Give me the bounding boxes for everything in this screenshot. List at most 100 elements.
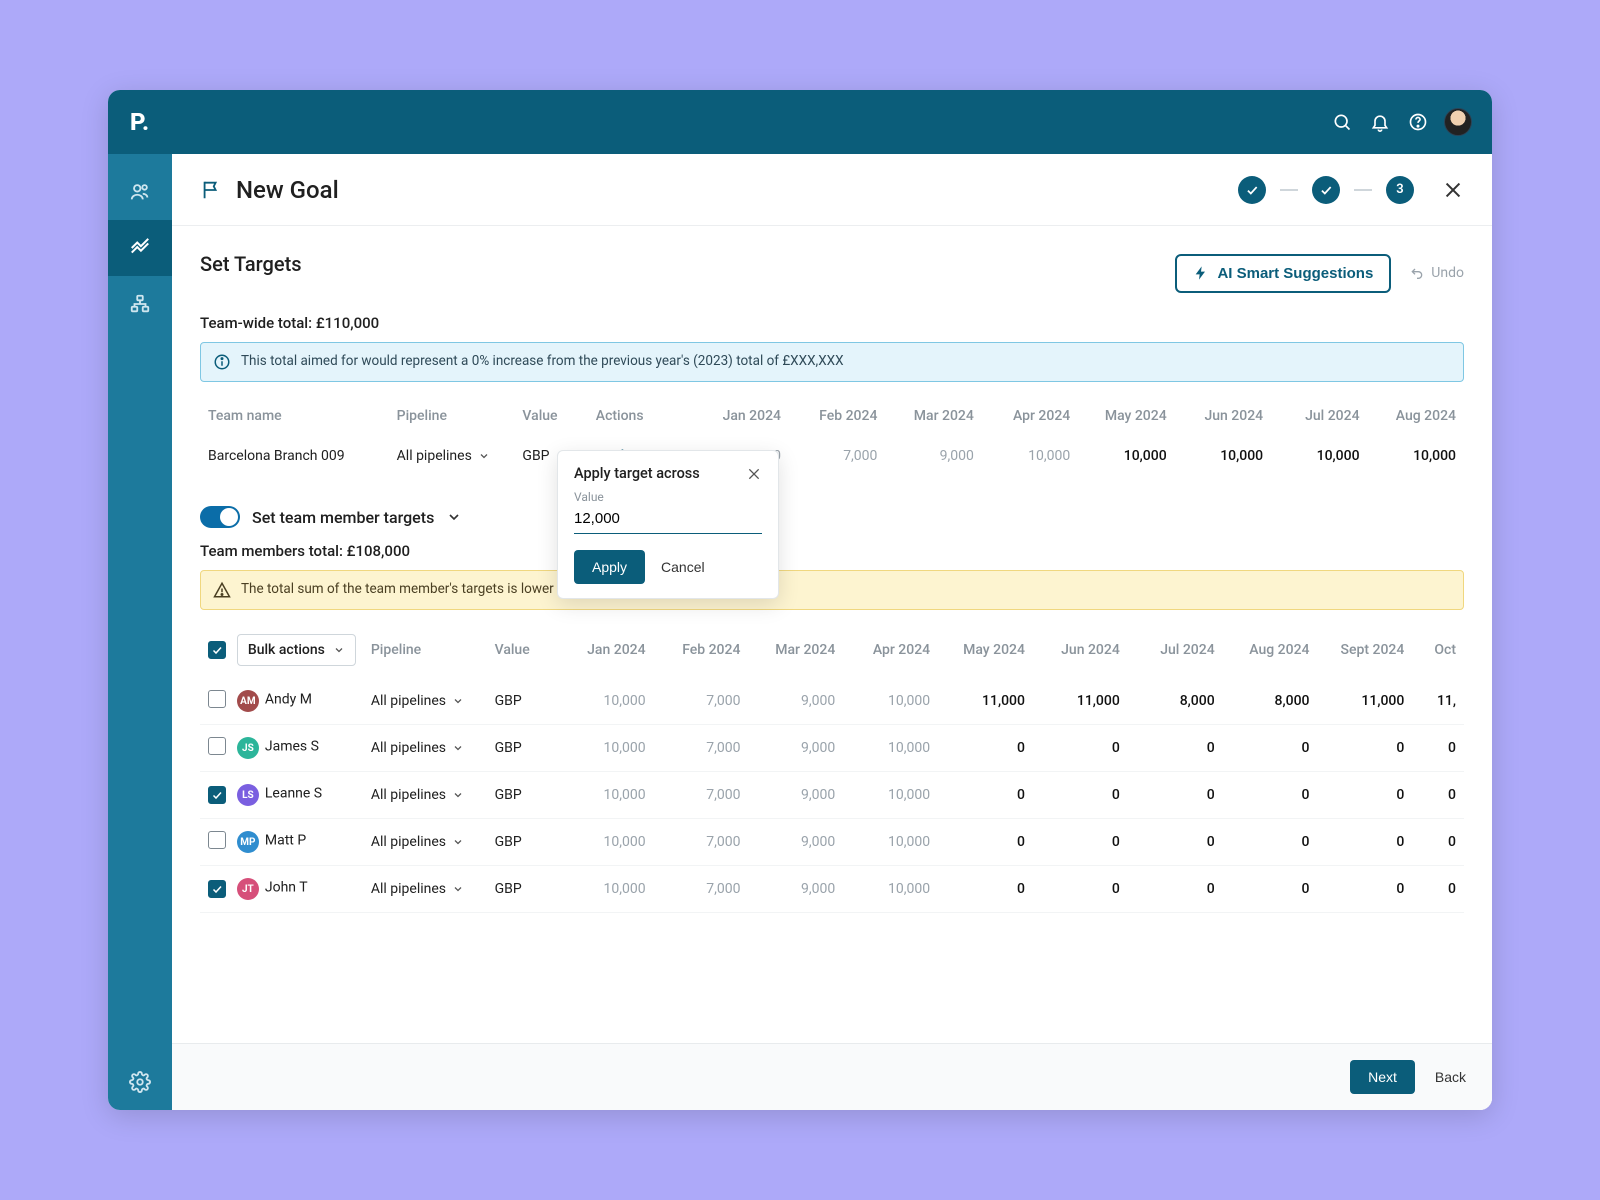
popover-value-input[interactable] <box>574 506 762 534</box>
month-cell[interactable]: 7,000 <box>789 436 885 476</box>
pipeline-select[interactable]: All pipelines <box>371 881 464 897</box>
month-cell[interactable]: 0 <box>1412 819 1464 866</box>
sidebar-item-goals[interactable] <box>108 220 172 276</box>
ai-smart-suggestions-button[interactable]: AI Smart Suggestions <box>1175 254 1391 293</box>
value-cell: GBP <box>487 678 559 725</box>
month-cell[interactable]: 9,000 <box>885 436 981 476</box>
month-cell[interactable]: 10,000 <box>843 866 938 913</box>
member-row: MPMatt PAll pipelines GBP10,0007,0009,00… <box>200 819 1464 866</box>
month-cell[interactable]: 8,000 <box>1223 678 1318 725</box>
month-cell[interactable]: 0 <box>1412 866 1464 913</box>
wizard-step-2[interactable] <box>1312 176 1340 204</box>
month-cell[interactable]: 0 <box>1128 772 1223 819</box>
user-avatar[interactable] <box>1444 108 1472 136</box>
pipeline-select[interactable]: All pipelines <box>371 693 464 709</box>
month-cell[interactable]: 9,000 <box>748 819 843 866</box>
team-member-targets-toggle[interactable] <box>200 506 240 528</box>
month-cell[interactable]: 0 <box>1128 819 1223 866</box>
th-month: Mar 2024 <box>748 622 843 678</box>
select-all-checkbox[interactable] <box>208 641 226 659</box>
month-cell[interactable]: 10,000 <box>559 678 654 725</box>
help-icon[interactable] <box>1406 110 1430 134</box>
month-cell[interactable]: 0 <box>1412 725 1464 772</box>
month-cell[interactable]: 11,000 <box>1033 678 1128 725</box>
sidebar-item-org[interactable] <box>108 276 172 332</box>
wizard-step-1[interactable] <box>1238 176 1266 204</box>
back-button[interactable]: Back <box>1435 1069 1466 1085</box>
month-cell[interactable]: 0 <box>1033 866 1128 913</box>
month-cell[interactable]: 10,000 <box>559 725 654 772</box>
month-cell[interactable]: 10,000 <box>1175 436 1271 476</box>
month-cell[interactable]: 10,000 <box>843 725 938 772</box>
wizard-step-3[interactable]: 3 <box>1386 176 1414 204</box>
popover-close-icon[interactable] <box>746 466 762 482</box>
month-cell[interactable]: 7,000 <box>654 725 749 772</box>
month-cell[interactable]: 0 <box>1033 772 1128 819</box>
month-cell[interactable]: 0 <box>1033 725 1128 772</box>
pipeline-select[interactable]: All pipelines <box>371 834 464 850</box>
bulk-actions-select[interactable]: Bulk actions <box>237 634 356 666</box>
member-avatar: JS <box>237 737 259 759</box>
month-cell[interactable]: 0 <box>1223 866 1318 913</box>
month-cell[interactable]: 11,000 <box>938 678 1033 725</box>
month-cell[interactable]: 11,000 <box>1318 678 1413 725</box>
row-checkbox[interactable] <box>208 737 226 755</box>
month-cell[interactable]: 7,000 <box>654 678 749 725</box>
month-cell[interactable]: 10,000 <box>559 819 654 866</box>
close-icon[interactable] <box>1442 179 1464 201</box>
month-cell[interactable]: 0 <box>1318 772 1413 819</box>
month-cell[interactable]: 0 <box>938 866 1033 913</box>
pipeline-select[interactable]: All pipelines <box>397 448 490 464</box>
month-cell[interactable]: 7,000 <box>654 819 749 866</box>
month-cell[interactable]: 10,000 <box>843 678 938 725</box>
bell-icon[interactable] <box>1368 110 1392 134</box>
month-cell[interactable]: 0 <box>938 725 1033 772</box>
month-cell[interactable]: 8,000 <box>1128 678 1223 725</box>
month-cell[interactable]: 9,000 <box>748 678 843 725</box>
month-cell[interactable]: 0 <box>1223 725 1318 772</box>
month-cell[interactable]: 0 <box>1318 819 1413 866</box>
month-cell[interactable]: 10,000 <box>982 436 1078 476</box>
month-cell[interactable]: 10,000 <box>1271 436 1367 476</box>
month-cell[interactable]: 9,000 <box>748 772 843 819</box>
month-cell[interactable]: 0 <box>1223 819 1318 866</box>
month-cell[interactable]: 10,000 <box>559 772 654 819</box>
th-month: Aug 2024 <box>1368 396 1464 436</box>
pipeline-select[interactable]: All pipelines <box>371 787 464 803</box>
month-cell[interactable]: 7,000 <box>654 866 749 913</box>
sidebar-item-settings[interactable] <box>108 1054 172 1110</box>
month-cell[interactable]: 0 <box>1318 866 1413 913</box>
month-cell[interactable]: 0 <box>938 772 1033 819</box>
member-row: JSJames SAll pipelines GBP10,0007,0009,0… <box>200 725 1464 772</box>
month-cell[interactable]: 11, <box>1412 678 1464 725</box>
month-cell[interactable]: 0 <box>1128 866 1223 913</box>
month-cell[interactable]: 10,000 <box>843 819 938 866</box>
row-checkbox[interactable] <box>208 690 226 708</box>
undo-button[interactable]: Undo <box>1409 265 1464 281</box>
search-icon[interactable] <box>1330 110 1354 134</box>
popover-apply-button[interactable]: Apply <box>574 550 645 584</box>
sidebar-item-people[interactable] <box>108 164 172 220</box>
row-checkbox[interactable] <box>208 786 226 804</box>
month-cell[interactable]: 7,000 <box>654 772 749 819</box>
th-pipeline: Pipeline <box>363 622 487 678</box>
month-cell[interactable]: 10,000 <box>1368 436 1464 476</box>
month-cell[interactable]: 9,000 <box>748 725 843 772</box>
month-cell[interactable]: 10,000 <box>559 866 654 913</box>
th-month: Aug 2024 <box>1223 622 1318 678</box>
month-cell[interactable]: 0 <box>938 819 1033 866</box>
next-button[interactable]: Next <box>1350 1060 1415 1094</box>
month-cell[interactable]: 0 <box>1033 819 1128 866</box>
pipeline-select[interactable]: All pipelines <box>371 740 464 756</box>
month-cell[interactable]: 10,000 <box>843 772 938 819</box>
month-cell[interactable]: 0 <box>1412 772 1464 819</box>
popover-cancel-button[interactable]: Cancel <box>661 559 705 575</box>
month-cell[interactable]: 9,000 <box>748 866 843 913</box>
row-checkbox[interactable] <box>208 880 226 898</box>
month-cell[interactable]: 0 <box>1223 772 1318 819</box>
month-cell[interactable]: 0 <box>1318 725 1413 772</box>
chevron-down-icon[interactable] <box>446 509 462 525</box>
month-cell[interactable]: 10,000 <box>1078 436 1174 476</box>
month-cell[interactable]: 0 <box>1128 725 1223 772</box>
row-checkbox[interactable] <box>208 831 226 849</box>
